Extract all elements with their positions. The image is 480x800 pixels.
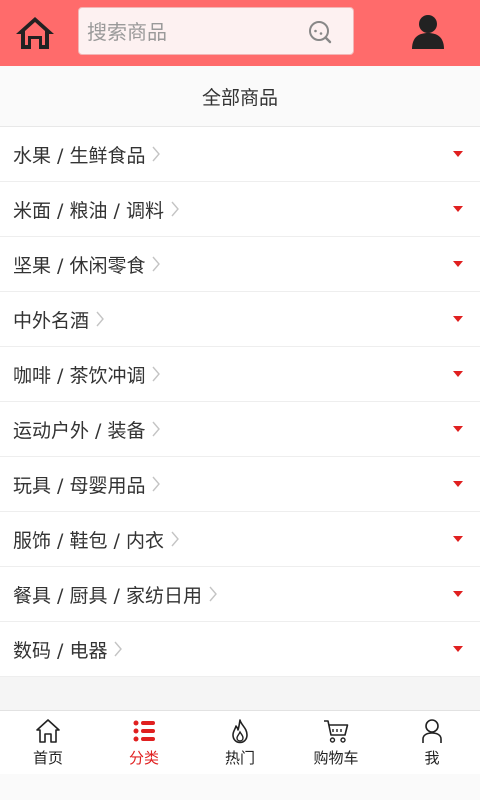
person-outline-icon [422, 719, 442, 743]
search-icon[interactable] [307, 19, 333, 45]
home-button[interactable] [14, 14, 56, 52]
chevron-right-icon [152, 146, 161, 162]
tab-me[interactable]: 我 [384, 711, 480, 775]
chevron-right-icon [152, 366, 161, 382]
tab-label: 分类 [128, 749, 159, 767]
category-item[interactable]: 服饰 / 鞋包 / 内衣 [0, 512, 480, 567]
tab-label: 购物车 [313, 749, 359, 767]
chevron-right-icon [171, 531, 179, 547]
category-label: 餐具 / 厨具 / 家纺日用 [13, 584, 202, 607]
category-item[interactable]: 运动户外 / 装备 [0, 402, 480, 457]
bottom-strip [0, 774, 480, 800]
category-label: 玩具 / 母婴用品 [13, 474, 146, 497]
category-item[interactable]: 餐具 / 厨具 / 家纺日用 [0, 567, 480, 622]
category-label: 中外名酒 [13, 309, 90, 332]
category-list-icon [133, 720, 155, 742]
tab-home[interactable]: 首页 [0, 711, 96, 775]
category-label: 服饰 / 鞋包 / 内衣 [13, 529, 164, 552]
chevron-right-icon [114, 641, 123, 657]
expand-arrow-icon[interactable] [453, 261, 463, 267]
tab-label: 热门 [224, 749, 255, 767]
expand-arrow-icon[interactable] [453, 371, 463, 377]
category-item[interactable]: 坚果 / 休闲零食 [0, 237, 480, 292]
home-icon [16, 17, 54, 49]
category-label: 运动户外 / 装备 [13, 419, 146, 442]
expand-arrow-icon[interactable] [453, 591, 463, 597]
user-button[interactable] [410, 13, 446, 51]
category-item[interactable]: 咖啡 / 茶饮冲调 [0, 347, 480, 402]
expand-arrow-icon[interactable] [453, 536, 463, 542]
bottom-tab-bar: 首页 分类 热门 购物车 我 [0, 710, 480, 775]
chevron-right-icon [171, 201, 179, 217]
expand-arrow-icon[interactable] [453, 481, 463, 487]
chevron-right-icon [152, 476, 161, 492]
category-label: 咖啡 / 茶饮冲调 [13, 364, 146, 387]
cart-icon [324, 720, 349, 743]
chevron-right-icon [152, 256, 161, 272]
home-outline-icon [36, 719, 60, 743]
tab-label: 我 [424, 749, 440, 767]
expand-arrow-icon[interactable] [453, 646, 463, 652]
search-box[interactable] [78, 7, 354, 56]
category-label: 水果 / 生鲜食品 [13, 144, 146, 167]
category-label: 数码 / 电器 [13, 639, 108, 662]
category-item[interactable]: 米面 / 粮油 / 调料 [0, 182, 480, 237]
tab-label: 首页 [32, 749, 63, 767]
chevron-right-icon [209, 586, 217, 602]
search-input[interactable] [85, 8, 299, 56]
category-item[interactable]: 水果 / 生鲜食品 [0, 127, 480, 182]
expand-arrow-icon[interactable] [453, 426, 463, 432]
category-label: 坚果 / 休闲零食 [13, 254, 146, 277]
tab-hot[interactable]: 热门 [192, 711, 288, 775]
chevron-right-icon [152, 421, 161, 437]
expand-arrow-icon[interactable] [453, 206, 463, 212]
category-item[interactable]: 玩具 / 母婴用品 [0, 457, 480, 512]
category-item[interactable]: 数码 / 电器 [0, 622, 480, 677]
expand-arrow-icon[interactable] [453, 151, 463, 157]
chevron-right-icon [96, 311, 104, 327]
user-icon [412, 15, 444, 49]
category-item[interactable]: 中外名酒 [0, 292, 480, 347]
category-list: 水果 / 生鲜食品 米面 / 粮油 / 调料 坚果 / 休闲零食 中外名酒 咖啡… [0, 127, 480, 677]
tab-category[interactable]: 分类 [96, 711, 192, 775]
page-title: 全部商品 [0, 66, 480, 127]
flame-icon [232, 719, 248, 744]
expand-arrow-icon[interactable] [453, 316, 463, 322]
tab-cart[interactable]: 购物车 [288, 711, 384, 775]
category-label: 米面 / 粮油 / 调料 [13, 199, 164, 222]
top-header [0, 0, 480, 66]
